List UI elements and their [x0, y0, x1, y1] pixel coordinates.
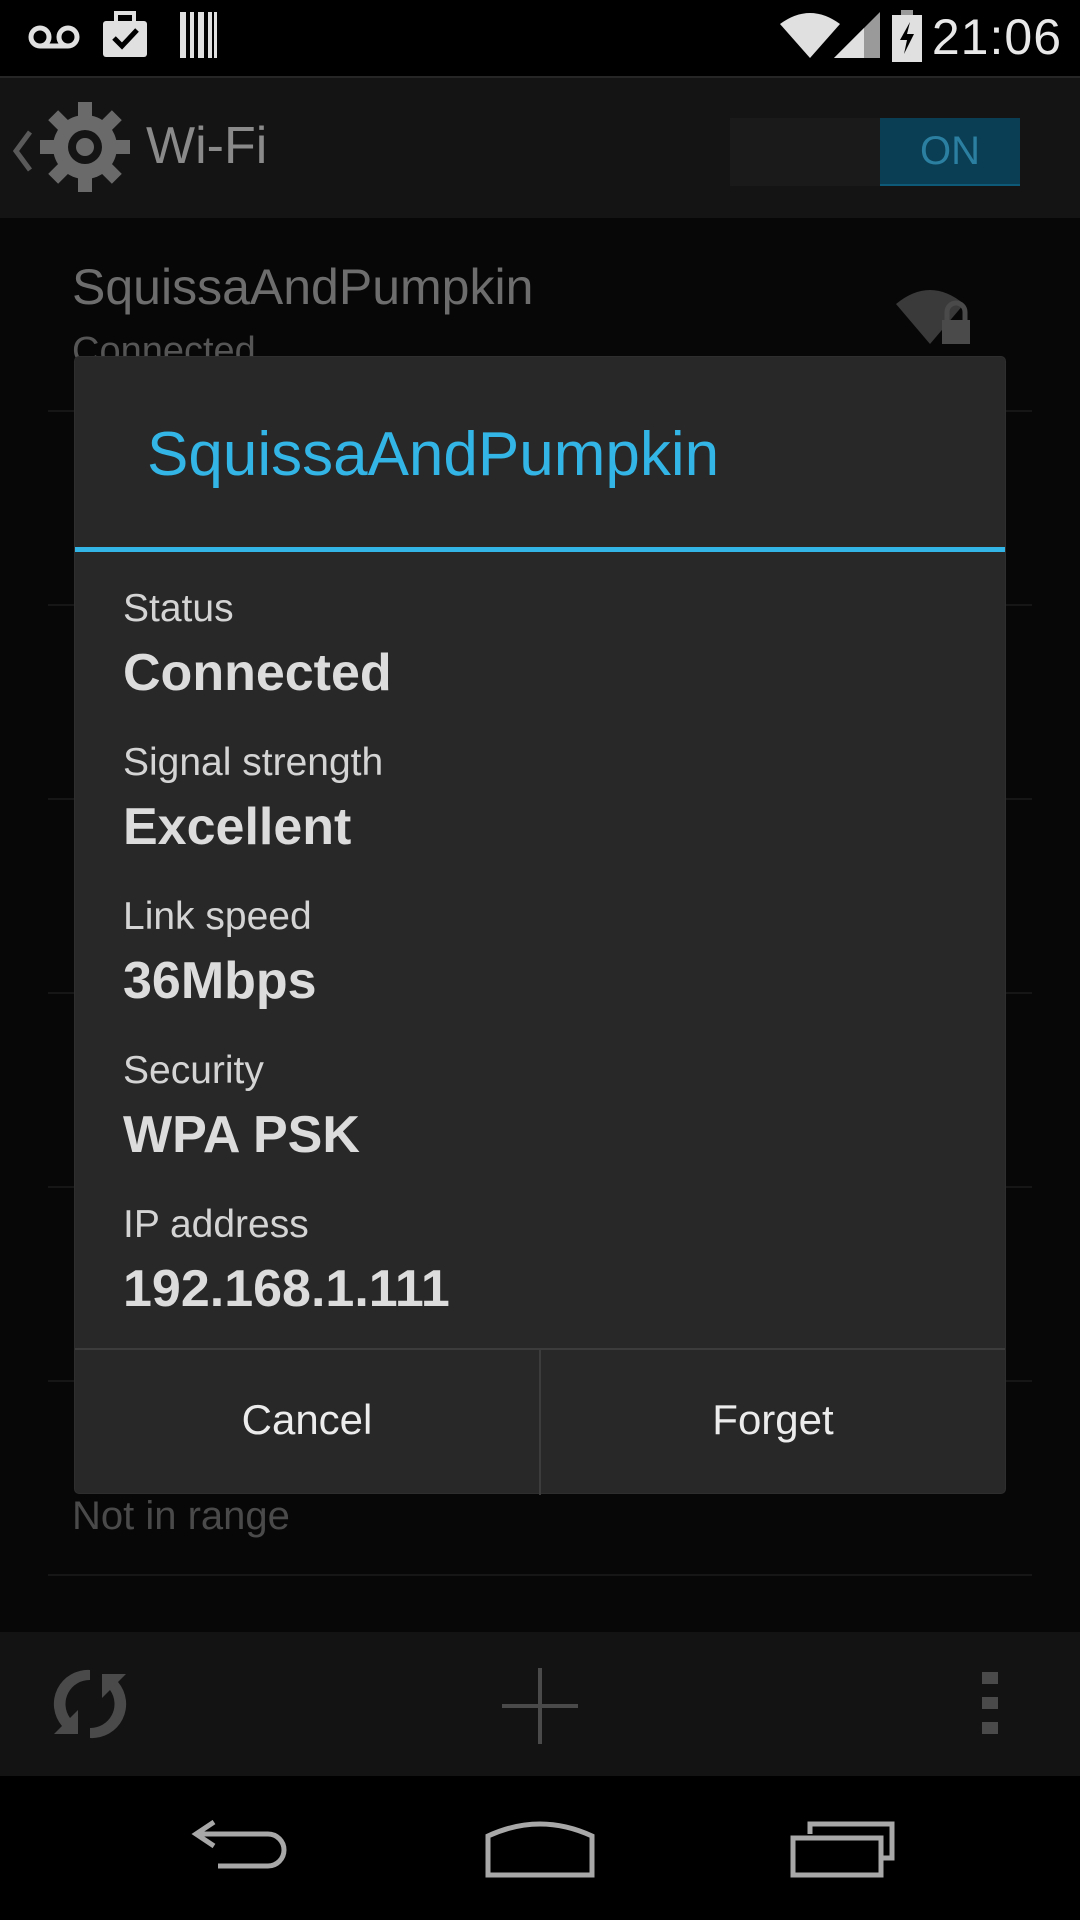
- back-icon[interactable]: [188, 1820, 290, 1876]
- cancel-button[interactable]: Cancel: [75, 1350, 541, 1495]
- link-speed-value: 36Mbps: [123, 952, 317, 1010]
- status-label: Status: [123, 587, 234, 630]
- recents-icon[interactable]: [790, 1820, 896, 1878]
- network-details-dialog: SquissaAndPumpkin Status Connected Signa…: [75, 357, 1005, 1495]
- forget-button[interactable]: Forget: [541, 1350, 1005, 1495]
- security-label: Security: [123, 1049, 264, 1092]
- ip-address-label: IP address: [123, 1203, 309, 1246]
- dialog-title: SquissaAndPumpkin: [147, 420, 720, 489]
- link-speed-label: Link speed: [123, 895, 312, 938]
- status-value: Connected: [123, 644, 392, 702]
- signal-strength-value: Excellent: [123, 798, 352, 856]
- ip-address-value: 192.168.1.111: [123, 1260, 450, 1318]
- navigation-bar: [0, 1776, 1080, 1920]
- home-icon[interactable]: [484, 1820, 596, 1878]
- dialog-title-divider: [75, 547, 1005, 552]
- security-value: WPA PSK: [123, 1106, 360, 1164]
- dialog-button-row: Cancel Forget: [75, 1348, 1005, 1495]
- signal-strength-label: Signal strength: [123, 741, 384, 784]
